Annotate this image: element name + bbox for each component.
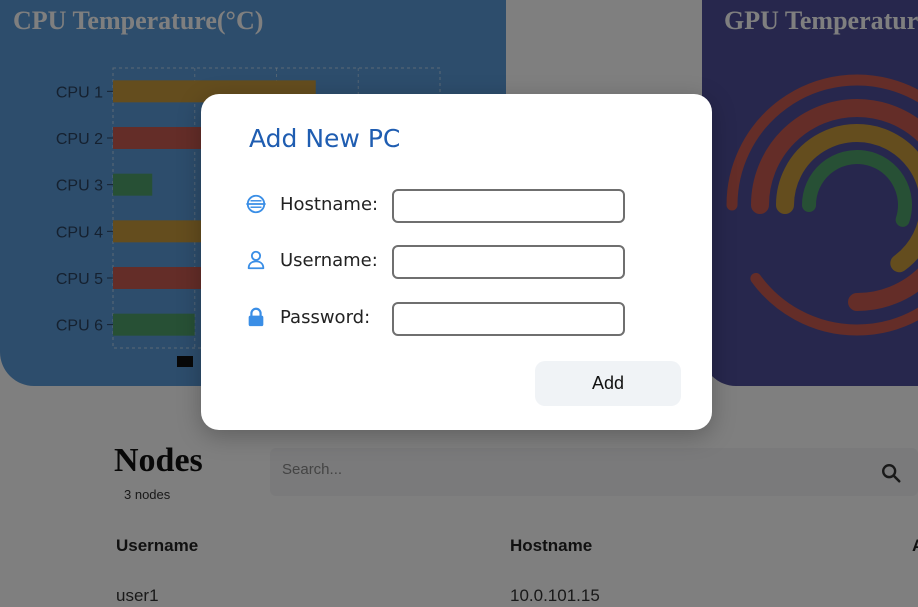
add-pc-dialog: Add New PC Hostname: Username: Password:… [201, 94, 712, 430]
password-row: Password: [245, 302, 645, 336]
hostname-row: Hostname: [245, 189, 645, 223]
user-icon [247, 250, 265, 270]
password-label: Password: [280, 307, 371, 328]
hostname-label: Hostname: [280, 194, 379, 215]
dialog-title: Add New PC [249, 124, 401, 153]
hostname-field[interactable] [392, 189, 625, 223]
network-icon [246, 194, 266, 214]
username-label: Username: [280, 250, 378, 271]
username-field[interactable] [392, 245, 625, 279]
username-row: Username: [245, 245, 645, 279]
add-button[interactable]: Add [535, 361, 681, 406]
lock-icon [248, 307, 264, 327]
password-field[interactable] [392, 302, 625, 336]
